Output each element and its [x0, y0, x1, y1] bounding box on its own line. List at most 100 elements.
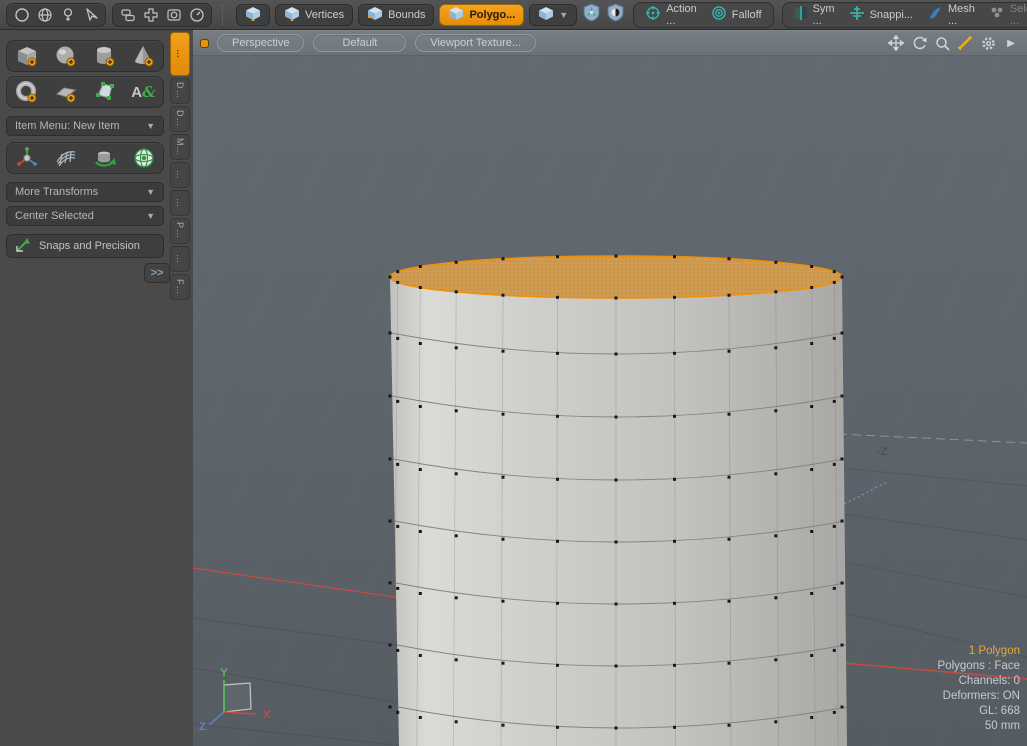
select-through-button[interactable]: Select ...: [982, 4, 1027, 26]
gizmo-y-label: Y: [220, 667, 228, 679]
sidebar-tab-paint[interactable]: P…: [170, 218, 190, 244]
vertices-mode-button[interactable]: Vertices: [275, 4, 353, 26]
falloff-button[interactable]: Falloff: [704, 4, 769, 26]
mesh-constraint-button[interactable]: Mesh ...: [920, 4, 982, 26]
grid-line: [193, 618, 405, 646]
layout-icon-group: [112, 3, 212, 27]
sidebar-tab-4[interactable]: …: [170, 162, 190, 188]
expand-label: >>: [151, 267, 164, 279]
action-center-icon: [645, 5, 661, 24]
item-menu-dropdown[interactable]: Item Menu: New Item ▼: [6, 116, 164, 136]
snapping-label: Snappi...: [870, 9, 913, 21]
polygon-tool-button[interactable]: [87, 78, 123, 106]
sidebar-tab-falloff[interactable]: F…: [170, 274, 190, 300]
action-center-button[interactable]: Action ...: [638, 4, 704, 26]
text-tool-button[interactable]: A&: [126, 78, 162, 106]
bounds-mode-button[interactable]: Bounds: [358, 4, 434, 26]
sidebar-tab-duplicate[interactable]: D…: [170, 78, 190, 104]
gizmo-x-label: X: [263, 709, 271, 721]
grid-major-line: [838, 434, 1027, 443]
cone-primitive-button[interactable]: [126, 42, 162, 70]
action-center-auto-icon[interactable]: [582, 3, 601, 27]
toolbar-separator: [222, 5, 223, 25]
sphere-primitive-button[interactable]: [48, 42, 84, 70]
cylinder-primitive-button[interactable]: [87, 42, 123, 70]
mesh-brush-icon: [927, 5, 943, 24]
expand-arrow-icon[interactable]: ▶: [1003, 35, 1019, 51]
more-transforms-dropdown[interactable]: More Transforms ▼: [6, 182, 164, 202]
viewport-texture-button[interactable]: Viewport Texture...: [415, 34, 536, 52]
status-gl: GL: 668: [938, 704, 1020, 719]
snapping-icon: [849, 5, 865, 24]
sidebar-tab-mesh-edit[interactable]: M…: [170, 134, 190, 160]
viewport-header-icons: ▶: [888, 35, 1019, 51]
item-menu-label: Item Menu: New Item: [15, 120, 120, 132]
polygons-mode-button[interactable]: Polygo...: [439, 4, 524, 26]
zoom-icon[interactable]: [934, 35, 950, 51]
x-axis-line-left: [193, 568, 409, 599]
sidebar-tab-deform[interactable]: D…: [170, 106, 190, 132]
mesh-label: Mesh ...: [948, 3, 975, 27]
grid-line: [843, 514, 1027, 540]
status-selection: 1 Polygon: [938, 644, 1020, 659]
3d-viewport: Perspective Default Viewport Texture... …: [193, 30, 1027, 746]
status-deformers: Deformers: ON: [938, 689, 1020, 704]
mode-dropdown-button[interactable]: ▼: [529, 4, 577, 26]
cube-icon: [538, 6, 554, 24]
gizmo-z-label: Z: [199, 721, 206, 733]
chevron-down-icon: ▼: [559, 10, 568, 20]
bounds-label: Bounds: [388, 9, 425, 21]
symmetry-button[interactable]: Sym ...: [787, 4, 842, 26]
falloff-icon: [711, 5, 727, 24]
axes-widget-icon[interactable]: [139, 5, 162, 25]
chevron-down-icon: ▼: [146, 187, 155, 197]
pan-icon[interactable]: [888, 35, 904, 51]
maximize-icon[interactable]: [957, 35, 973, 51]
sidebar-tab-7[interactable]: …: [170, 246, 190, 272]
cursor-arrow-icon[interactable]: [79, 5, 102, 25]
vertices-label: Vertices: [305, 9, 344, 21]
text-tool-label: A: [131, 84, 142, 101]
status-scale: 50 mm: [938, 719, 1020, 734]
cascade-layers-icon[interactable]: [116, 5, 139, 25]
select-label: Select ...: [1010, 3, 1027, 27]
sidebar-tab-5[interactable]: …: [170, 190, 190, 216]
bend-grid-button[interactable]: [48, 144, 84, 172]
plane-primitive-button[interactable]: [48, 78, 84, 106]
action-center-origin-icon[interactable]: [606, 3, 625, 27]
center-selected-dropdown[interactable]: Center Selected ▼: [6, 206, 164, 226]
rotate-tool-button[interactable]: [87, 144, 123, 172]
snapping-button[interactable]: Snappi...: [842, 4, 920, 26]
sidebar-tab-active[interactable]: …: [170, 32, 190, 76]
viewport-header: Perspective Default Viewport Texture... …: [193, 30, 1027, 56]
circle-icon[interactable]: [10, 5, 33, 25]
move-gizmo-button[interactable]: [9, 144, 45, 172]
status-mode: Polygons : Face: [938, 659, 1020, 674]
expand-panel-button[interactable]: >>: [144, 263, 170, 283]
globe-icon[interactable]: [33, 5, 56, 25]
viewport-canvas[interactable]: -ZYXZ 1 Polygon Polygons : Face Channels…: [193, 56, 1027, 746]
chevron-down-icon: ▼: [146, 121, 155, 131]
torus-primitive-button[interactable]: [9, 78, 45, 106]
items-mode-button[interactable]: [236, 4, 270, 26]
clock-icon[interactable]: [185, 5, 208, 25]
perspective-view-button[interactable]: Perspective: [217, 34, 304, 52]
polygons-label: Polygo...: [469, 9, 515, 21]
cube-primitive-button[interactable]: [9, 42, 45, 70]
grid-line: [844, 562, 1027, 597]
sphere-wireframe-button[interactable]: [126, 144, 162, 172]
scene-svg: -Z Y X Z: [193, 56, 1027, 746]
cube-icon: [448, 6, 464, 24]
boxed-circle-icon[interactable]: [162, 5, 185, 25]
gear-icon[interactable]: [980, 35, 996, 51]
shading-default-button[interactable]: Default: [313, 34, 406, 52]
transform-group: [6, 142, 164, 174]
snaps-precision-button[interactable]: Snaps and Precision: [6, 234, 164, 258]
minus-z-axis-label: -Z: [877, 446, 888, 458]
grid-line: [193, 724, 407, 746]
pin-icon[interactable]: [56, 5, 79, 25]
sidebar-tab-strip: … D… D… M… … … P… … F…: [170, 32, 190, 300]
selection-mode-icon-group: [6, 3, 106, 27]
selected-polygon-face[interactable]: [390, 256, 842, 298]
orbit-icon[interactable]: [911, 35, 927, 51]
